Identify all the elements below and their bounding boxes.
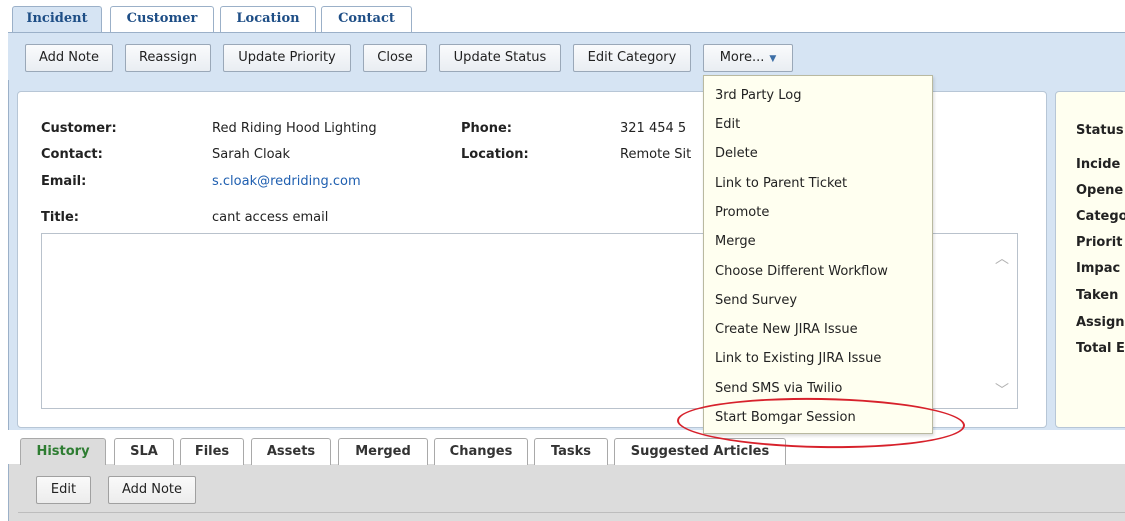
menu-item-choose-different-workflow[interactable]: Choose Different Workflow [715,264,888,279]
email-label: Email: [41,174,87,189]
side-status-label: Status [1076,123,1124,138]
tab-incident[interactable]: Incident [12,6,102,32]
scroll-down-icon[interactable]: ﹀ [995,380,1009,400]
title-label: Title: [41,210,80,225]
tab-files[interactable]: Files [180,438,244,465]
location-value: Remote Sit [620,147,692,162]
tab-tasks[interactable]: Tasks [534,438,608,465]
status-side-card [1055,91,1125,428]
menu-item-create-new-jira-issue[interactable]: Create New JIRA Issue [715,322,858,337]
menu-item-send-survey[interactable]: Send Survey [715,293,797,308]
side-category-label: Catego [1076,209,1125,224]
divider [18,512,1125,513]
email-link[interactable]: s.cloak@redriding.com [212,174,361,189]
side-incident-label: Incide [1076,157,1121,172]
tab-assets[interactable]: Assets [251,438,331,465]
update-status-button[interactable]: Update Status [439,44,561,72]
menu-item-3rd-party-log[interactable]: 3rd Party Log [715,88,801,103]
title-value: cant access email [212,210,329,225]
side-taken-label: Taken [1076,288,1119,303]
tab-history[interactable]: History [20,438,106,465]
more-dropdown-menu: 3rd Party Log Edit Delete Link to Parent… [703,75,933,434]
customer-value: Red Riding Hood Lighting [212,121,377,136]
caret-down-icon: ▼ [769,54,777,64]
menu-item-link-to-existing-jira-issue[interactable]: Link to Existing JIRA Issue [715,351,881,366]
more-button[interactable]: More... ▼ [703,44,793,72]
menu-item-edit[interactable]: Edit [715,117,740,132]
phone-label: Phone: [461,121,512,136]
reassign-button[interactable]: Reassign [125,44,211,72]
tab-merged[interactable]: Merged [338,438,428,465]
contact-value: Sarah Cloak [212,147,291,162]
side-priority-label: Priorit [1076,235,1123,250]
location-label: Location: [461,147,529,162]
more-label: More... [719,50,765,65]
side-impact-label: Impac [1076,261,1121,276]
history-add-note-button[interactable]: Add Note [108,476,196,504]
menu-item-send-sms-via-twilio[interactable]: Send SMS via Twilio [715,381,842,396]
tab-contact[interactable]: Contact [321,6,412,32]
history-edit-button[interactable]: Edit [36,476,91,504]
menu-item-delete[interactable]: Delete [715,146,758,161]
close-button[interactable]: Close [363,44,427,72]
tab-sla[interactable]: SLA [114,438,174,465]
side-total-label: Total E [1076,341,1125,356]
tab-customer[interactable]: Customer [110,6,214,32]
customer-label: Customer: [41,121,117,136]
side-opened-label: Opene [1076,183,1124,198]
menu-item-promote[interactable]: Promote [715,205,769,220]
tab-changes[interactable]: Changes [434,438,528,465]
update-priority-button[interactable]: Update Priority [223,44,351,72]
phone-value: 321 454 5 [620,121,687,136]
scroll-up-icon[interactable]: ︿ [995,248,1009,268]
contact-label: Contact: [41,147,103,162]
tab-location[interactable]: Location [220,6,316,32]
menu-item-link-to-parent-ticket[interactable]: Link to Parent Ticket [715,176,847,191]
menu-item-merge[interactable]: Merge [715,234,756,249]
side-assigned-label: Assign [1076,315,1125,330]
edit-category-button[interactable]: Edit Category [573,44,691,72]
add-note-button[interactable]: Add Note [25,44,113,72]
